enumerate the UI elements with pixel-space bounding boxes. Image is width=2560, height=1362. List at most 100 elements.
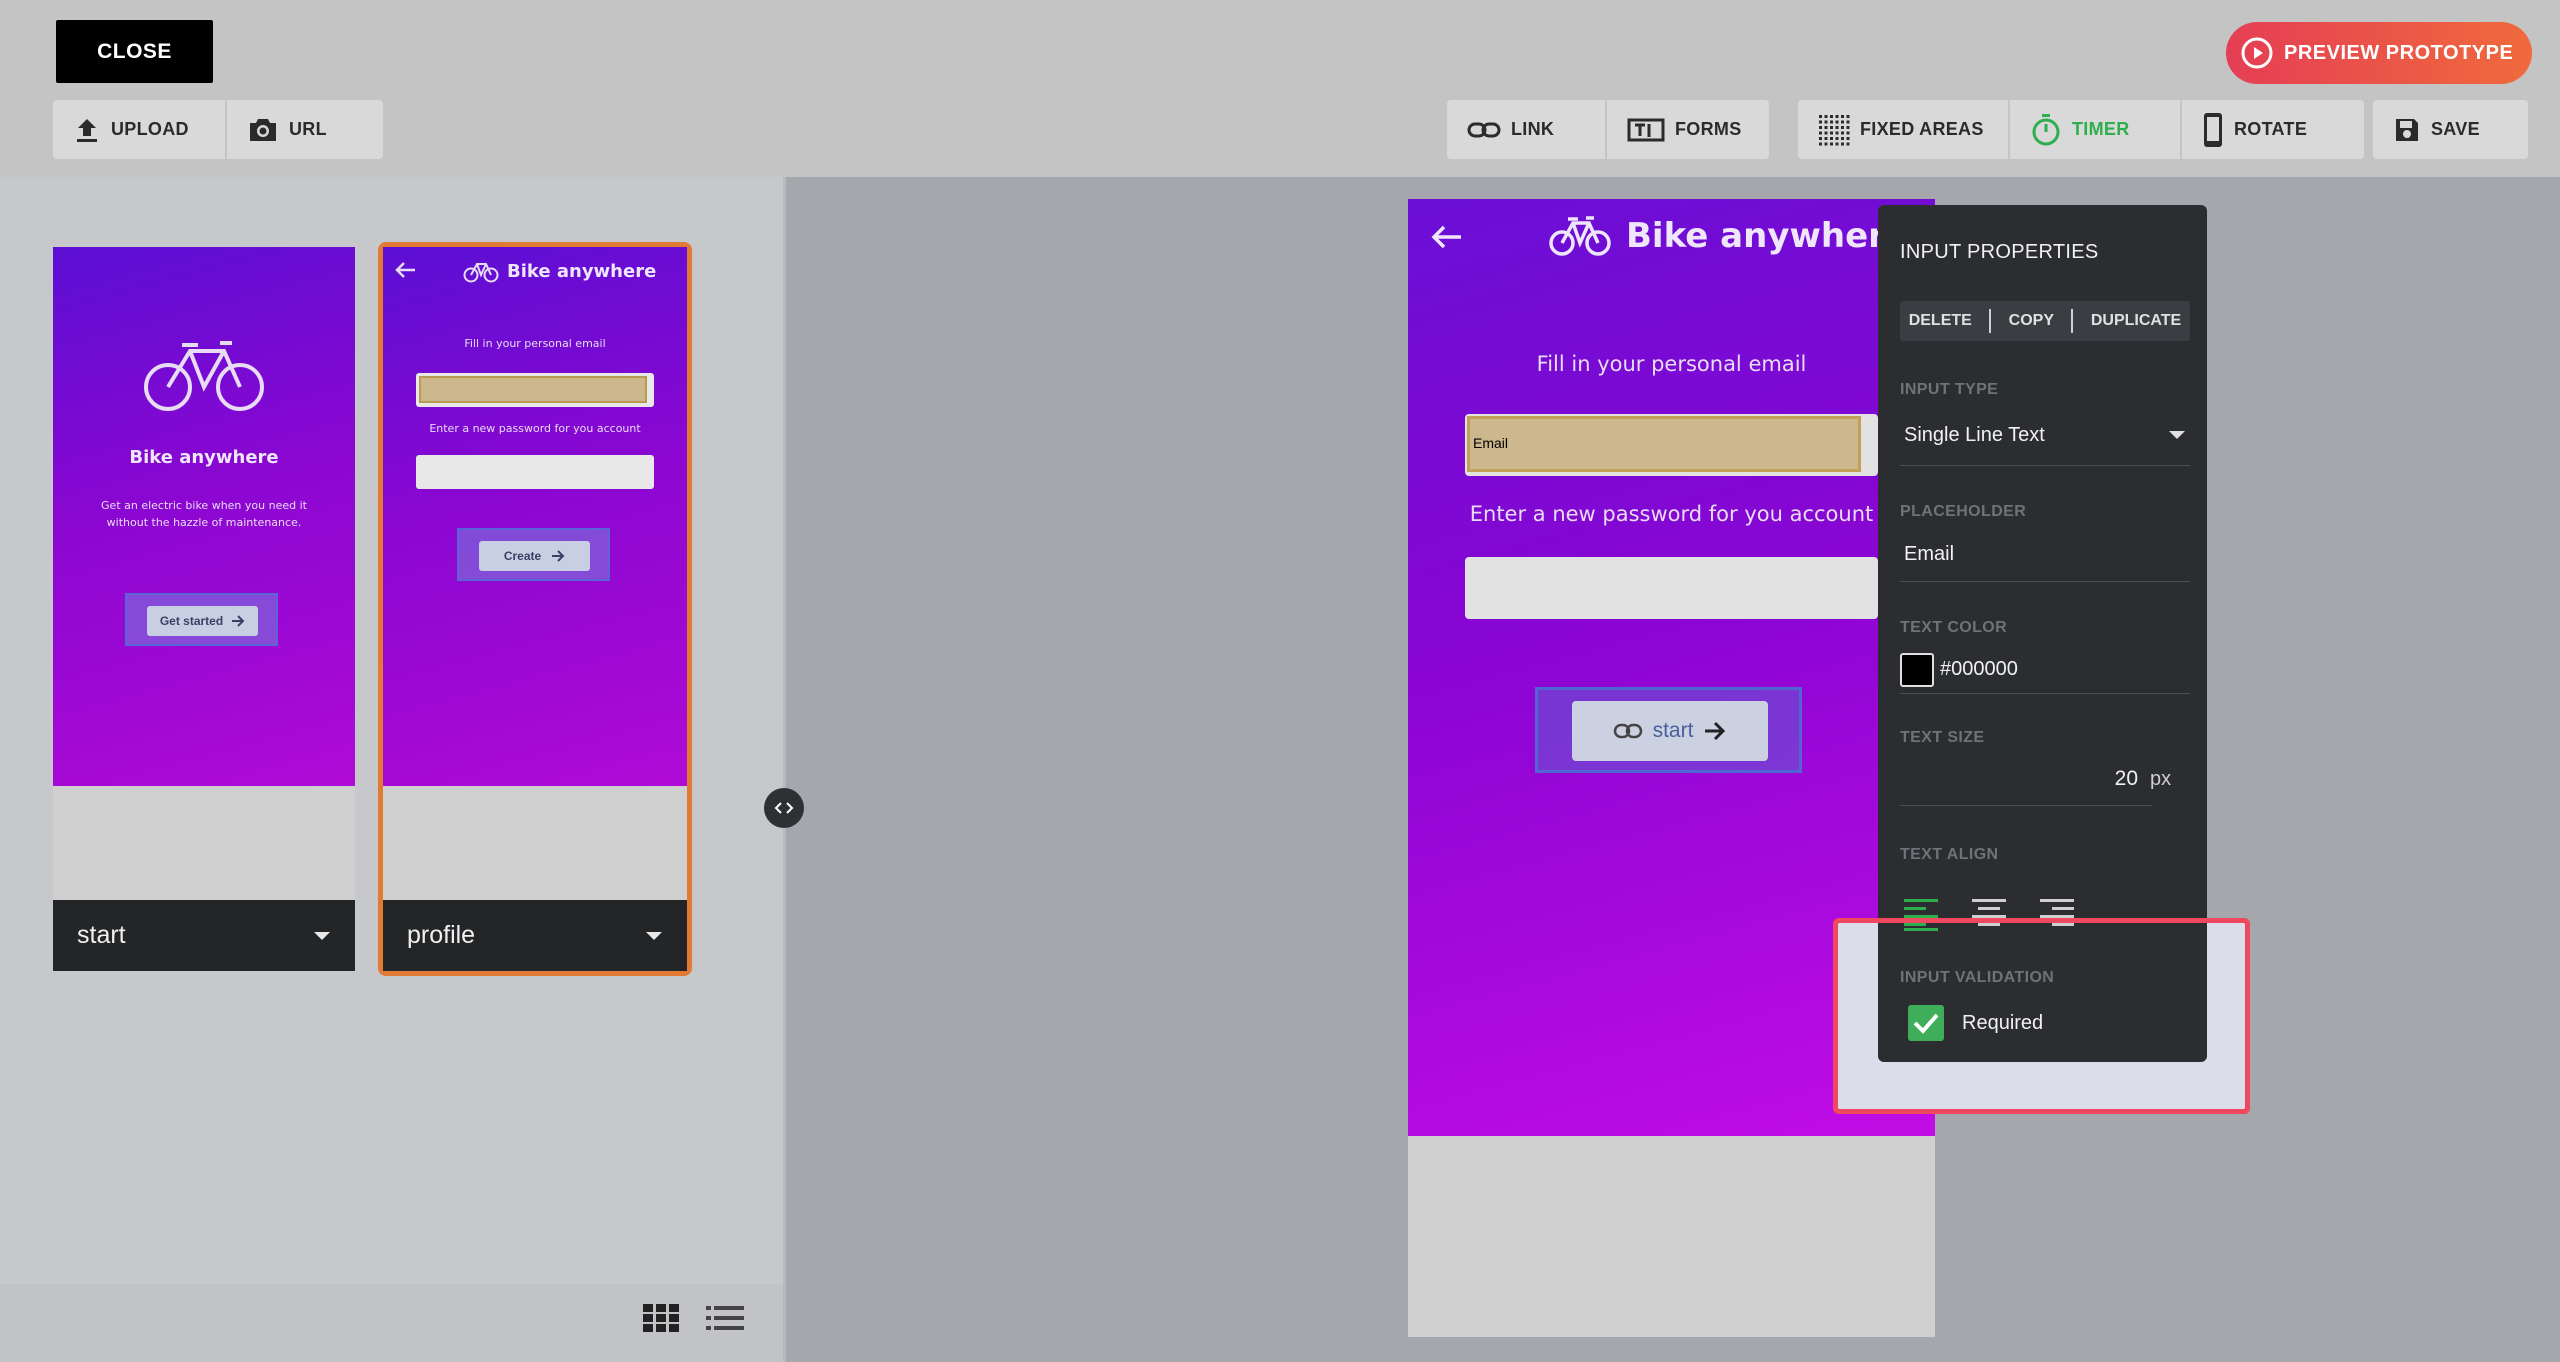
- save-toolbar-group: SAVE: [2373, 100, 2528, 159]
- text-field-icon: [1627, 117, 1665, 143]
- required-checkbox[interactable]: [1908, 1005, 1944, 1041]
- action-separator: [1989, 309, 1992, 333]
- email-prompt: Fill in your personal email: [464, 337, 606, 350]
- action-bar: DELETE COPY DUPLICATE: [1900, 301, 2190, 341]
- close-button[interactable]: CLOSE: [56, 20, 213, 83]
- text-color-input[interactable]: #000000: [1940, 658, 2018, 681]
- url-label: URL: [289, 119, 327, 139]
- play-circle-icon: [2240, 36, 2274, 70]
- screen-card-start[interactable]: Bike anywhere Get an electric bike when …: [53, 247, 355, 971]
- password-input-thumbnail: [416, 455, 654, 489]
- arrow-right-icon: [551, 550, 565, 562]
- align-center-icon[interactable]: [1972, 897, 2006, 927]
- card-app-title: Bike anywhere: [507, 260, 657, 282]
- input-properties-panel: INPUT PROPERTIES DELETE COPY DUPLICATE I…: [1878, 205, 2207, 1062]
- text-align-label: TEXT ALIGN: [1900, 846, 1999, 863]
- field-underline: [1900, 465, 2190, 466]
- password-input[interactable]: [1465, 557, 1878, 619]
- timer-label: TIMER: [2072, 119, 2130, 139]
- align-right-icon[interactable]: [2040, 897, 2074, 927]
- required-label: Required: [1962, 1012, 2044, 1034]
- checkmark-icon: [1913, 1013, 1939, 1034]
- field-underline: [1900, 581, 2190, 582]
- arrow-right-icon: [1703, 721, 1727, 741]
- phone-screen: Bike anywhere Fill in your personal emai…: [1408, 199, 1935, 1337]
- link-icon: [1613, 722, 1643, 740]
- caret-down-icon: [645, 931, 663, 941]
- bicycle-icon: [1548, 215, 1612, 257]
- forms-button[interactable]: FORMS: [1607, 100, 1769, 159]
- link-hotspot[interactable]: Create: [457, 528, 610, 581]
- screen-name-label: profile: [407, 921, 476, 949]
- upload-label: UPLOAD: [111, 119, 189, 139]
- floppy-disk-icon: [2393, 116, 2421, 144]
- email-input[interactable]: Email: [1465, 414, 1878, 476]
- caret-down-icon: [2168, 430, 2186, 440]
- link-target-label: start: [1652, 719, 1694, 742]
- url-button[interactable]: URL: [227, 100, 383, 159]
- preview-prototype-label: PREVIEW PROTOTYPE: [2284, 41, 2514, 64]
- get-started-label: Get started: [159, 614, 224, 628]
- upload-toolbar-group: UPLOAD URL: [53, 100, 383, 159]
- back-arrow-icon[interactable]: [1430, 223, 1464, 251]
- create-label: Create: [503, 549, 542, 563]
- card-subtitle-line: without the hazzle of maintenance.: [106, 516, 302, 529]
- screen-name-dropdown[interactable]: start: [53, 900, 355, 971]
- preview-prototype-button[interactable]: PREVIEW PROTOTYPE: [2226, 22, 2532, 84]
- link-label: LINK: [1511, 119, 1555, 139]
- placeholder-input[interactable]: Email: [1904, 543, 2190, 566]
- rotate-label: ROTATE: [2234, 119, 2308, 139]
- fixed-areas-button[interactable]: FIXED AREAS: [1798, 100, 2008, 159]
- input-highlight: [419, 376, 647, 403]
- upload-button[interactable]: UPLOAD: [53, 100, 225, 159]
- start-link-button[interactable]: start: [1572, 701, 1768, 761]
- screen-thumbnail: Bike anywhere Fill in your personal emai…: [383, 247, 687, 786]
- placeholder-label: PLACEHOLDER: [1900, 503, 2027, 520]
- copy-button[interactable]: COPY: [2009, 312, 2054, 330]
- email-input-thumbnail: [416, 373, 654, 407]
- delete-button[interactable]: DELETE: [1909, 312, 1972, 330]
- save-button[interactable]: SAVE: [2373, 100, 2528, 159]
- list-view-icon[interactable]: [706, 1306, 744, 1330]
- screen-card-profile[interactable]: Bike anywhere Fill in your personal emai…: [378, 242, 692, 976]
- align-left-icon[interactable]: [1904, 897, 1938, 931]
- screen-thumbnail-blank: [383, 786, 687, 900]
- text-size-input[interactable]: 20: [1900, 767, 2138, 791]
- input-type-value: Single Line Text: [1904, 423, 2045, 446]
- timer-button[interactable]: TIMER: [2010, 100, 2180, 159]
- link-button[interactable]: LINK: [1447, 100, 1605, 159]
- create-button[interactable]: Create: [479, 541, 590, 571]
- back-arrow-icon: [395, 261, 417, 279]
- camera-icon: [247, 116, 279, 144]
- code-brackets-icon: [774, 801, 794, 815]
- get-started-button[interactable]: Get started: [147, 606, 258, 636]
- password-prompt: Enter a new password for you account: [429, 422, 641, 435]
- input-type-select[interactable]: Single Line Text: [1900, 415, 2190, 455]
- fixed-areas-label: FIXED AREAS: [1860, 119, 1984, 139]
- screen-header: Bike anywhere: [1548, 215, 1908, 257]
- password-prompt: Enter a new password for you account: [1469, 502, 1874, 526]
- arrow-right-icon: [231, 615, 245, 627]
- input-validation-label: INPUT VALIDATION: [1900, 969, 2055, 986]
- duplicate-button[interactable]: DUPLICATE: [2091, 312, 2181, 330]
- screen-name-label: start: [77, 921, 126, 949]
- text-size-unit: px: [2150, 768, 2172, 790]
- card-subtitle: Get an electric bike when you need it wi…: [53, 497, 355, 531]
- dotted-grid-icon: [1818, 114, 1850, 146]
- link-hotspot[interactable]: start: [1535, 687, 1802, 773]
- forms-label: FORMS: [1675, 119, 1742, 139]
- bicycle-icon: [142, 335, 266, 415]
- rotate-button[interactable]: ROTATE: [2182, 100, 2364, 159]
- field-underline: [1900, 805, 2152, 806]
- tools-toolbar-group: FIXED AREAS TIMER ROTATE: [1798, 100, 2364, 159]
- phone-icon: [2202, 112, 2224, 148]
- screen-name-dropdown[interactable]: profile: [383, 900, 687, 971]
- link-icon: [1467, 120, 1501, 140]
- link-hotspot[interactable]: Get started: [125, 593, 278, 646]
- stopwatch-icon: [2030, 113, 2062, 147]
- link-forms-toolbar-group: LINK FORMS: [1447, 100, 1769, 159]
- panel-resize-handle[interactable]: [764, 788, 804, 828]
- color-swatch[interactable]: [1900, 653, 1934, 687]
- grid-view-icon[interactable]: [643, 1304, 679, 1332]
- card-header: Bike anywhere: [463, 259, 656, 283]
